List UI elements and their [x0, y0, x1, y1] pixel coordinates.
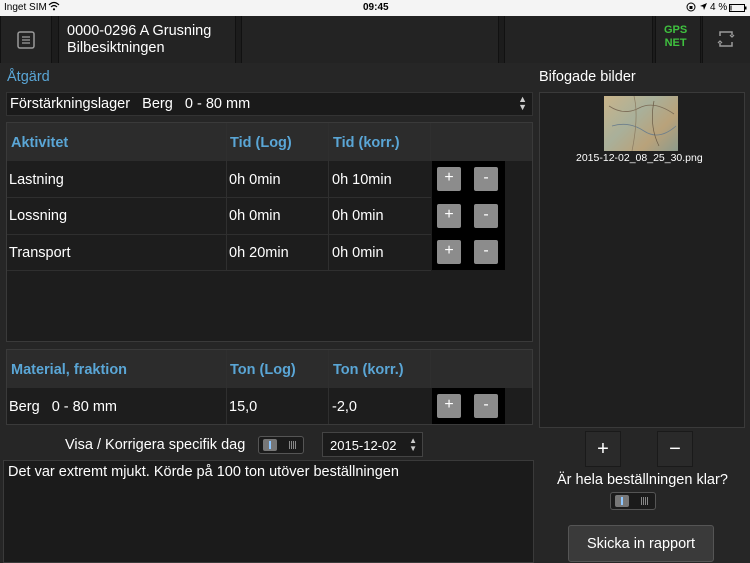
- select-arrows-icon: ▲ ▼: [409, 436, 417, 453]
- map-image-icon: [608, 95, 677, 152]
- attachment-filename: 2015-12-02_08_25_30.png: [576, 152, 703, 164]
- plus-button[interactable]: +: [437, 394, 461, 418]
- minus-button[interactable]: -: [474, 204, 498, 228]
- day-label: Visa / Korrigera specifik dag: [65, 437, 246, 453]
- date-picker[interactable]: 2015-12-02 ▲ ▼: [322, 432, 423, 457]
- table-row-activity-korr: 0h 0min: [332, 208, 384, 224]
- attachments-title: Bifogade bilder: [539, 69, 636, 85]
- sync-button[interactable]: [702, 16, 750, 63]
- col-ton-log: Ton (Log): [230, 362, 296, 378]
- table-row-material-korr: -2,0: [332, 399, 357, 415]
- complete-question: Är hela beställningen klar?: [557, 472, 728, 488]
- order-subtitle: Bilbesiktningen: [67, 40, 165, 56]
- gps-label: GPS: [664, 24, 688, 36]
- plus-button[interactable]: +: [437, 240, 461, 264]
- sync-icon: [717, 31, 735, 47]
- day-toggle[interactable]: [258, 436, 304, 454]
- minus-button[interactable]: -: [474, 240, 498, 264]
- submit-label: Skicka in rapport: [587, 536, 695, 552]
- location-icon: [699, 2, 708, 14]
- table-row-activity-log: 0h 0min: [229, 208, 281, 224]
- lock-rotation-icon: [686, 2, 696, 15]
- plus-button[interactable]: +: [437, 204, 461, 228]
- atgard-label: Åtgärd: [7, 69, 50, 85]
- col-material: Material, fraktion: [11, 362, 128, 378]
- table-row-activity-korr: 0h 0min: [332, 245, 384, 261]
- status-bar: Inget SIM 09:45 4 %: [0, 0, 750, 16]
- table-row-activity-name: Lastning: [9, 172, 64, 188]
- atgard-selected: Förstärkningslager Berg 0 - 80 mm: [10, 96, 251, 112]
- add-image-button[interactable]: +: [585, 431, 621, 467]
- atgard-select[interactable]: Förstärkningslager Berg 0 - 80 mm ▲ ▼: [6, 92, 533, 116]
- plus-button[interactable]: +: [437, 167, 461, 191]
- attachment-thumbnail[interactable]: [604, 95, 678, 152]
- submit-report-button[interactable]: Skicka in rapport: [568, 525, 714, 562]
- comment-field[interactable]: Det var extremt mjukt. Körde på 100 ton …: [3, 460, 534, 563]
- minus-button[interactable]: -: [474, 394, 498, 418]
- order-info[interactable]: 0000-0296 A Grusning Bilbesiktningen: [58, 16, 236, 63]
- header-slot-empty-2: [504, 16, 653, 63]
- table-row-activity-name: Lossning: [9, 208, 68, 224]
- menu-button[interactable]: [0, 16, 52, 63]
- gps-status: GPS NET: [655, 16, 701, 63]
- select-arrows-icon: ▲ ▼: [518, 94, 527, 112]
- table-row-activity-log: 0h 20min: [229, 245, 289, 261]
- col-aktivitet: Aktivitet: [11, 135, 69, 151]
- menu-icon: [17, 31, 35, 49]
- carrier: Inget SIM: [4, 2, 47, 13]
- col-tid-log: Tid (Log): [230, 135, 292, 151]
- table-row-activity-name: Transport: [9, 245, 71, 261]
- wifi-icon: [48, 1, 60, 14]
- remove-image-button[interactable]: −: [657, 431, 693, 467]
- comment-text: Det var extremt mjukt. Körde på 100 ton …: [8, 464, 399, 480]
- date-value: 2015-12-02: [330, 438, 397, 453]
- minus-button[interactable]: -: [474, 167, 498, 191]
- header-slot-empty: [241, 16, 499, 63]
- clock: 09:45: [363, 2, 389, 13]
- table-row-material-log: 15,0: [229, 399, 258, 415]
- table-row-activity-log: 0h 0min: [229, 172, 281, 188]
- battery-percent: 4 %: [710, 2, 728, 13]
- col-ton-korr: Ton (korr.): [333, 362, 404, 378]
- table-row-material-name: Berg 0 - 80 mm: [9, 399, 117, 415]
- table-row-activity-korr: 0h 10min: [332, 172, 392, 188]
- order-title: 0000-0296 A Grusning: [67, 23, 212, 39]
- complete-toggle[interactable]: [610, 492, 656, 510]
- col-tid-korr: Tid (korr.): [333, 135, 400, 151]
- battery-icon: [729, 4, 747, 15]
- net-label: NET: [664, 37, 687, 49]
